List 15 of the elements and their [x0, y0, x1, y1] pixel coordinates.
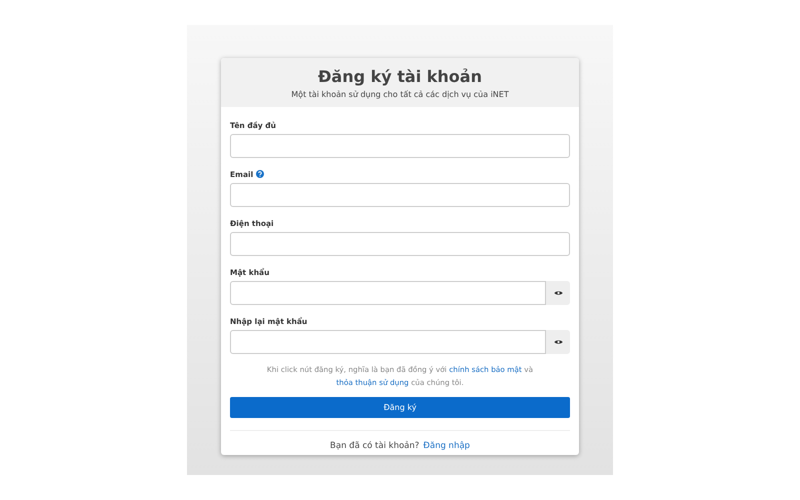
- register-button[interactable]: Đăng ký: [230, 397, 570, 418]
- login-prompt: Bạn đã có tài khoản?: [330, 441, 420, 451]
- input-field[interactable]: [230, 232, 570, 256]
- password-field[interactable]: [230, 281, 546, 305]
- help-icon[interactable]: [256, 170, 264, 178]
- input-field[interactable]: [230, 183, 570, 207]
- login-link[interactable]: Đăng nhập: [423, 441, 470, 451]
- eye-icon: [554, 290, 562, 296]
- show-password-button[interactable]: [546, 330, 570, 354]
- form-subtitle: Một tài khoản sử dụng cho tất cả các dịch vụ của iNET: [291, 90, 509, 99]
- password-field[interactable]: [230, 330, 546, 354]
- show-password-button[interactable]: [546, 281, 570, 305]
- eye-icon: [554, 339, 562, 345]
- form-title: Đăng ký tài khoản: [318, 66, 482, 88]
- input-field[interactable]: [230, 134, 570, 158]
